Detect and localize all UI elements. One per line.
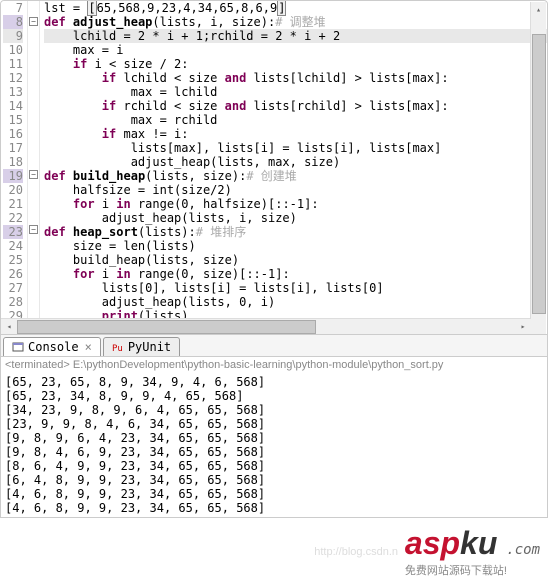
console-panel: Console × Pu PyUnit <terminated> E:\pyth… xyxy=(0,335,548,518)
line-number: 16 xyxy=(3,127,23,141)
line-number: 19 xyxy=(3,169,23,183)
brand-watermark: aspku .com 免费网站源码下载站! xyxy=(405,525,540,578)
output-line: [4, 6, 8, 9, 9, 23, 34, 65, 65, 568] xyxy=(5,487,543,501)
line-number: 18 xyxy=(3,155,23,169)
code-line: for i in range(0, halfsize)[::-1]: xyxy=(44,197,547,211)
code-line: if lchild < size and lists[lchild] > lis… xyxy=(44,71,547,85)
line-number: 15 xyxy=(3,113,23,127)
pyunit-icon: Pu xyxy=(112,341,124,353)
line-number: 9 xyxy=(3,29,23,43)
line-number: 26 xyxy=(3,267,23,281)
code-line: max = i xyxy=(44,43,547,57)
brand-ku: ku xyxy=(460,525,497,561)
code-line: if i < size / 2: xyxy=(44,57,547,71)
brand-sp: sp xyxy=(423,525,460,561)
line-number: 25 xyxy=(3,253,23,267)
line-number: 10 xyxy=(3,43,23,57)
code-editor[interactable]: 7 8 9 10 11 12 13 14 15 16 17 18 19 20 2… xyxy=(0,0,548,335)
line-number: 27 xyxy=(3,281,23,295)
output-line: [34, 23, 9, 8, 9, 6, 4, 65, 65, 568] xyxy=(5,403,543,417)
output-line: [23, 9, 9, 8, 4, 6, 34, 65, 65, 568] xyxy=(5,417,543,431)
brand-a: a xyxy=(405,525,423,561)
code-line: lists[max], lists[i] = lists[i], lists[m… xyxy=(44,141,547,155)
code-line: if rchild < size and lists[rchild] > lis… xyxy=(44,99,547,113)
code-line: lchild = 2 * i + 1;rchild = 2 * i + 2 xyxy=(44,29,547,43)
tab-label: Console xyxy=(28,340,79,354)
scroll-thumb[interactable] xyxy=(532,34,546,314)
code-line: adjust_heap(lists, i, size) xyxy=(44,211,547,225)
code-line: def adjust_heap(lists, i, size):# 调整堆 xyxy=(44,15,547,29)
line-number: 11 xyxy=(3,57,23,71)
scroll-up-icon[interactable]: ▴ xyxy=(531,2,546,18)
code-line: size = len(lists) xyxy=(44,239,547,253)
code-line: build_heap(lists, size) xyxy=(44,253,547,267)
brand-com: .com xyxy=(506,542,540,558)
line-number: 17 xyxy=(3,141,23,155)
scrollbar-horizontal[interactable]: ◂ ▸ xyxy=(1,318,531,334)
code-line: halfsize = int(size/2) xyxy=(44,183,547,197)
line-number: 22 xyxy=(3,211,23,225)
scroll-thumb[interactable] xyxy=(17,320,316,334)
output-line: [65, 23, 34, 8, 9, 9, 4, 65, 568] xyxy=(5,389,543,403)
svg-text:Pu: Pu xyxy=(112,344,123,353)
close-icon[interactable]: × xyxy=(85,340,92,354)
fold-toggle-icon[interactable]: − xyxy=(29,17,38,26)
scroll-right-icon[interactable]: ▸ xyxy=(515,319,531,334)
fold-column: − − − xyxy=(28,1,40,323)
code-line: def build_heap(lists, size):# 创建堆 xyxy=(44,169,547,183)
line-number: 12 xyxy=(3,71,23,85)
output-line: [9, 8, 9, 6, 4, 23, 34, 65, 65, 568] xyxy=(5,431,543,445)
output-line: [8, 6, 4, 9, 9, 23, 34, 65, 65, 568] xyxy=(5,459,543,473)
code-area[interactable]: lst = [65,568,9,23,4,34,65,8,6,9] def ad… xyxy=(40,1,547,323)
output-line: [65, 23, 65, 8, 9, 34, 9, 4, 6, 568] xyxy=(5,375,543,389)
code-line: adjust_heap(lists, 0, i) xyxy=(44,295,547,309)
code-line: adjust_heap(lists, max, size) xyxy=(44,155,547,169)
line-number: 8 xyxy=(3,15,23,29)
console-icon xyxy=(12,341,24,353)
tab-label: PyUnit xyxy=(128,340,171,354)
code-line: lists[0], lists[i] = lists[i], lists[0] xyxy=(44,281,547,295)
line-number: 23 xyxy=(3,225,23,239)
line-number: 21 xyxy=(3,197,23,211)
code-line: if max != i: xyxy=(44,127,547,141)
line-number: 24 xyxy=(3,239,23,253)
tab-console[interactable]: Console × xyxy=(3,337,101,356)
code-line: for i in range(0, size)[::-1]: xyxy=(44,267,547,281)
output-line: [6, 4, 8, 9, 9, 23, 34, 65, 65, 568] xyxy=(5,473,543,487)
gutter: 7 8 9 10 11 12 13 14 15 16 17 18 19 20 2… xyxy=(1,1,28,323)
console-output[interactable]: [65, 23, 65, 8, 9, 34, 9, 4, 6, 568] [65… xyxy=(1,373,547,517)
output-line: [4, 6, 8, 9, 9, 23, 34, 65, 65, 568] xyxy=(5,501,543,515)
code-line: def heap_sort(lists):# 堆排序 xyxy=(44,225,547,239)
tab-bar: Console × Pu PyUnit xyxy=(1,335,547,357)
code-line: max = lchild xyxy=(44,85,547,99)
fold-toggle-icon[interactable]: − xyxy=(29,170,38,179)
output-line: [9, 8, 4, 6, 9, 23, 34, 65, 65, 568] xyxy=(5,445,543,459)
blog-watermark: http://blog.csdn.n xyxy=(314,546,398,558)
tab-pyunit[interactable]: Pu PyUnit xyxy=(103,337,180,356)
code-line: lst = [65,568,9,23,4,34,65,8,6,9] xyxy=(44,1,547,15)
line-number: 14 xyxy=(3,99,23,113)
line-number: 7 xyxy=(3,1,23,15)
scrollbar-vertical[interactable]: ▴ xyxy=(530,2,546,335)
code-line: max = rchild xyxy=(44,113,547,127)
line-number: 20 xyxy=(3,183,23,197)
line-number: 13 xyxy=(3,85,23,99)
scroll-left-icon[interactable]: ◂ xyxy=(1,319,17,334)
line-number: 28 xyxy=(3,295,23,309)
brand-tagline: 免费网站源码下载站! xyxy=(405,562,540,578)
terminated-status: <terminated> E:\pythonDevelopment\python… xyxy=(1,357,547,373)
fold-toggle-icon[interactable]: − xyxy=(29,225,38,234)
